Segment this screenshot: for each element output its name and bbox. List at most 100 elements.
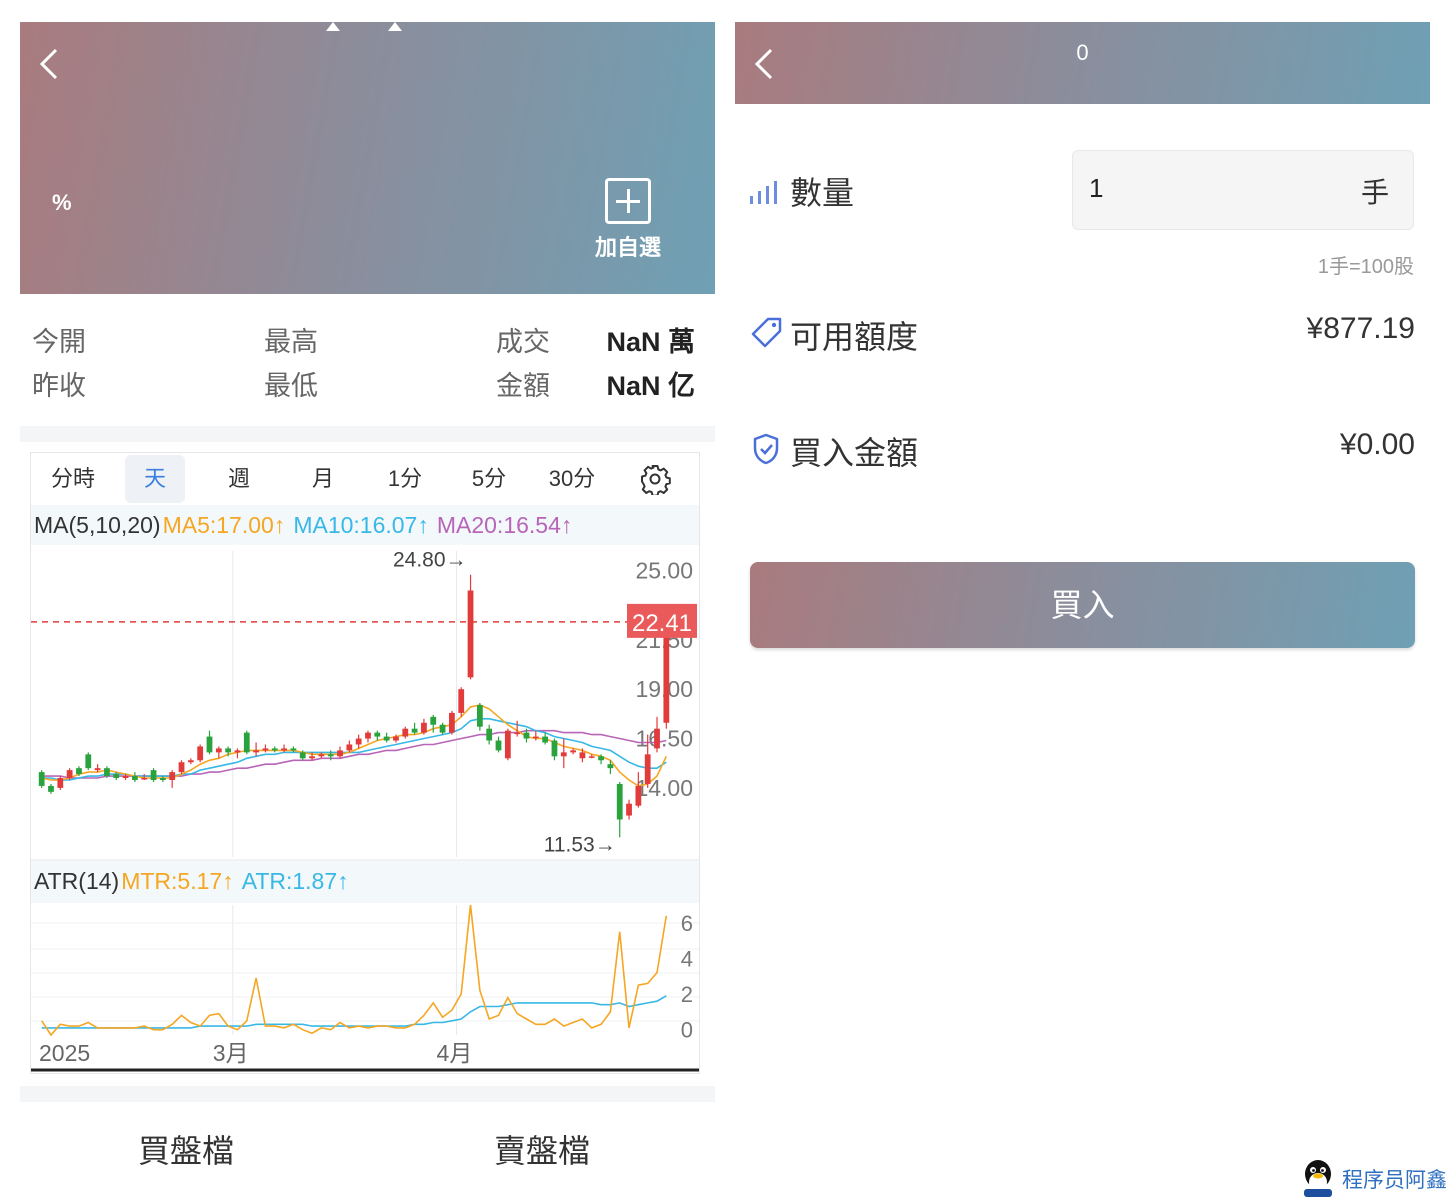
- min-price-label: 11.53→: [544, 833, 616, 856]
- candle-body: [626, 803, 632, 816]
- candle-body: [141, 778, 148, 780]
- candle-body: [290, 748, 297, 751]
- atr-y-tick-label: 2: [681, 982, 693, 1007]
- amount-value: NaN 亿: [606, 371, 695, 401]
- available-row: 可用額度 ¥877.19: [750, 312, 1415, 356]
- candle-body: [411, 728, 418, 733]
- lot-hint: 1手=100股: [1317, 256, 1414, 278]
- divider: [20, 1086, 715, 1102]
- buy-amount-label: 買入金額: [790, 435, 919, 471]
- quantity-input[interactable]: 1 手: [1072, 150, 1414, 230]
- candle-body: [169, 772, 176, 781]
- candle-body: [327, 754, 334, 757]
- watermark-text: 程序员阿鑫: [1342, 1169, 1447, 1192]
- candle-body: [523, 732, 530, 739]
- order-header-title: 0: [1076, 40, 1089, 65]
- candle-body: [122, 776, 129, 779]
- ma20-line: [41, 729, 667, 779]
- candle-body: [598, 756, 604, 761]
- add-favorite-label: 加自選: [594, 235, 661, 260]
- candle-body: [542, 736, 549, 743]
- candle-body: [383, 736, 390, 741]
- candle-body: [421, 722, 427, 733]
- volume-value: NaN 萬: [606, 327, 695, 357]
- tab-ask-book[interactable]: 賣盤檔: [494, 1126, 590, 1172]
- candle-body: [150, 770, 157, 781]
- candle-body: [337, 750, 343, 757]
- open-label: 今開: [32, 327, 86, 357]
- quote-summary: 今開 昨收 最高 最低 成交 金額 NaN 萬 NaN 亿: [20, 300, 715, 420]
- add-favorite-button[interactable]: 加自選: [592, 178, 664, 268]
- candle-body: [579, 752, 586, 759]
- candle-body: [187, 760, 194, 763]
- signal-bars-icon: [750, 181, 777, 204]
- atr-y-tick-label: 6: [681, 911, 693, 936]
- candle-body: [393, 736, 399, 741]
- candle-body: [365, 732, 371, 739]
- chevron-left-icon: [39, 48, 58, 80]
- candle-body: [197, 746, 204, 761]
- candle-body: [309, 756, 315, 759]
- candle-body: [560, 752, 567, 757]
- candle-body: [458, 689, 465, 713]
- candle-body: [85, 754, 92, 769]
- candle-body: [374, 732, 381, 737]
- stock-header: % 加自選: [20, 22, 715, 294]
- quantity-label: 數量: [790, 175, 855, 211]
- candle-body: [271, 748, 278, 751]
- change-percent: %: [52, 190, 72, 215]
- kline-svg: 25.0021.5019.0016.5014.0022.4124.80→11.5…: [31, 549, 699, 1072]
- candle-body: [504, 730, 511, 759]
- shield-check-icon: [753, 433, 779, 465]
- quantity-unit: 手: [1360, 177, 1389, 208]
- candle-body: [532, 736, 539, 739]
- order-header: 0: [735, 22, 1430, 104]
- candle-body: [318, 754, 325, 757]
- candle-body: [467, 590, 474, 678]
- candle-body: [206, 736, 213, 753]
- candle-body: [159, 778, 166, 781]
- x-axis-label: 2025: [39, 1040, 90, 1066]
- candle-body: [486, 728, 493, 741]
- candle-body: [234, 750, 241, 753]
- candle-body: [644, 754, 651, 784]
- candle-body: [113, 774, 120, 779]
- candle-body: [430, 716, 437, 725]
- high-label: 最高: [264, 327, 318, 357]
- candle-body: [607, 764, 614, 769]
- candle-body: [57, 778, 64, 788]
- candle-body: [514, 732, 521, 735]
- y-tick-label: 16.50: [635, 726, 693, 752]
- candle-body: [654, 728, 660, 749]
- order-book-tabs: 買盤檔 賣盤檔: [20, 1120, 715, 1180]
- triangle-icon: [326, 22, 340, 31]
- plus-square-icon: [605, 178, 651, 224]
- candle-body: [215, 748, 222, 753]
- atr-y-tick-label: 4: [681, 946, 693, 971]
- volume-label: 成交: [496, 327, 550, 357]
- back-button[interactable]: [38, 48, 60, 80]
- prev-close-label: 昨收: [32, 371, 86, 401]
- candle-body: [635, 785, 642, 806]
- candle-body: [76, 768, 82, 775]
- available-value: ¥877.19: [1306, 312, 1415, 345]
- candle-body: [449, 712, 455, 733]
- candle-body: [551, 740, 558, 757]
- divider: [20, 426, 715, 442]
- candle-body: [94, 768, 101, 771]
- candle-body: [66, 770, 73, 779]
- max-price-label: 24.80→: [393, 549, 467, 572]
- candle-body: [402, 728, 409, 737]
- candle-body: [281, 748, 287, 751]
- kline-chart-panel: 分時 天 週 月 1分 5分 30分 MA(5,10,20)MA5:17.00↑…: [30, 452, 700, 1074]
- candle-body: [588, 756, 595, 758]
- x-axis-label: 4月: [437, 1040, 473, 1066]
- tab-bid-book[interactable]: 買盤檔: [138, 1126, 234, 1172]
- x-axis-label: 3月: [213, 1040, 249, 1066]
- candle-body: [48, 785, 54, 792]
- mtr-line: [41, 904, 668, 1037]
- price-tag-icon: [751, 317, 782, 348]
- buy-button[interactable]: 買入: [750, 562, 1415, 648]
- candle-body: [243, 732, 250, 753]
- candle-body: [476, 704, 483, 727]
